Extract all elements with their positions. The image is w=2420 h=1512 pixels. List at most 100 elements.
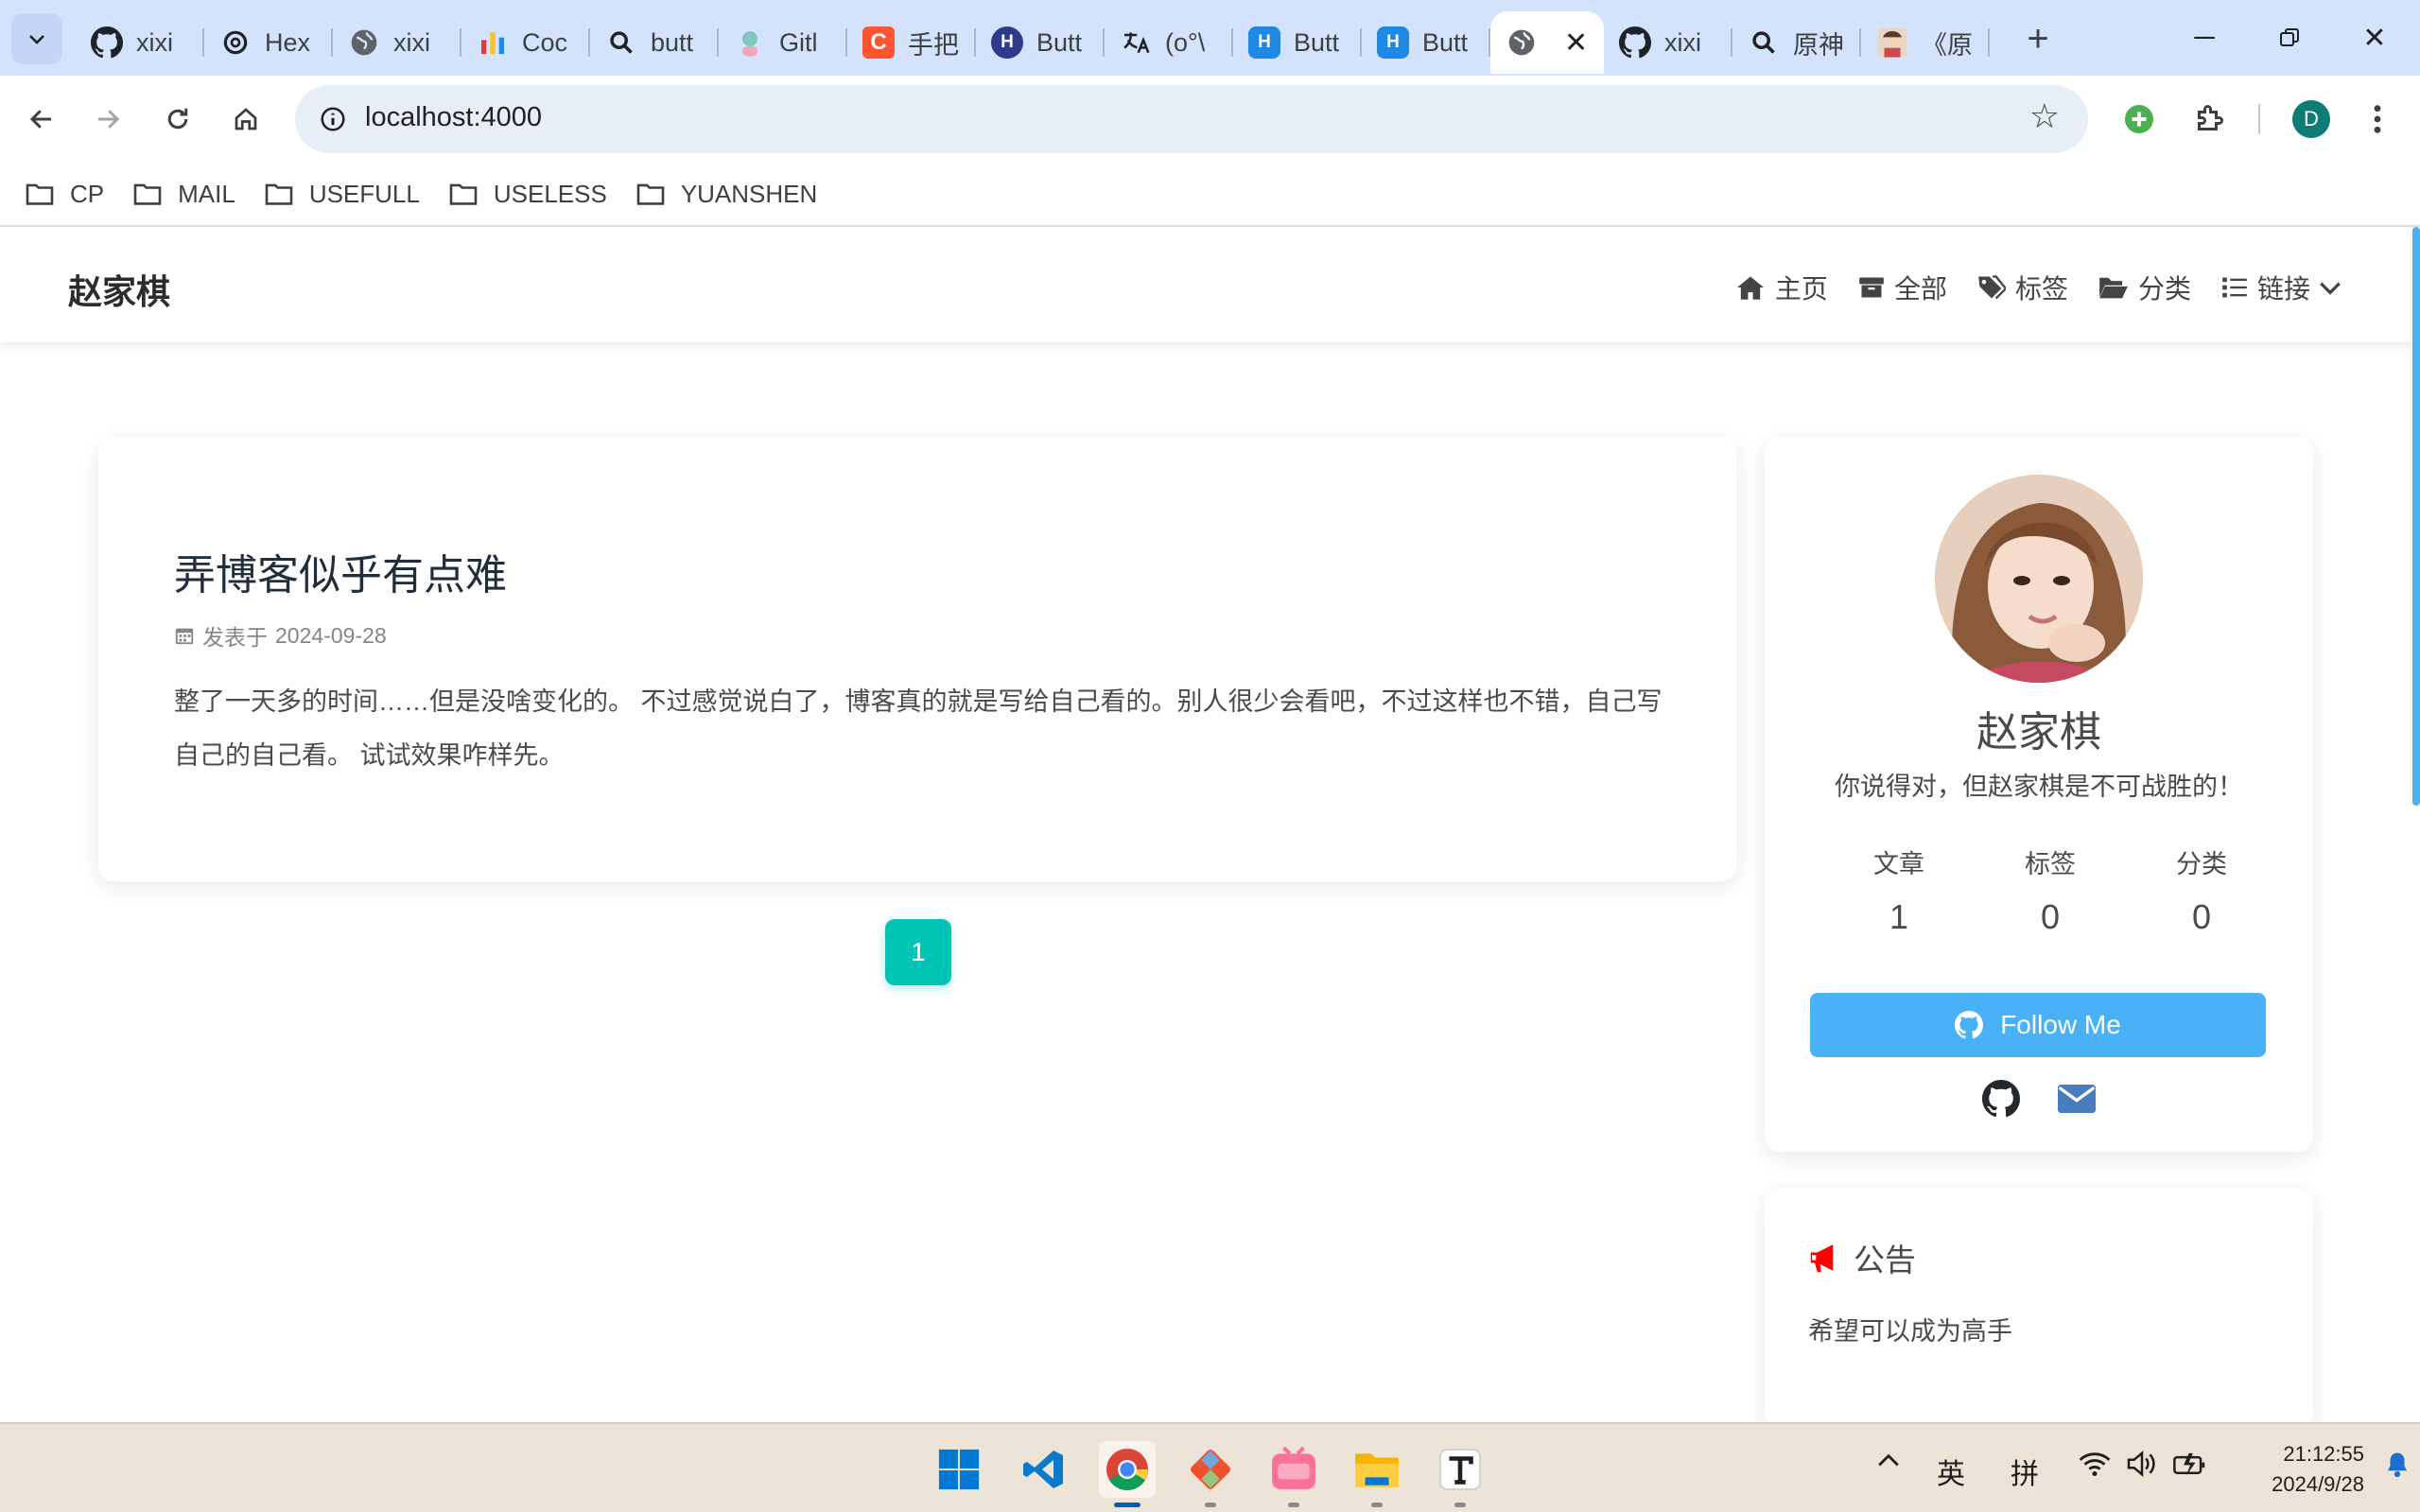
- tab[interactable]: Coc: [461, 11, 590, 74]
- url-text[interactable]: localhost:4000: [365, 102, 542, 133]
- taskbar-start-button[interactable]: [931, 1441, 987, 1498]
- bookmark-folder[interactable]: USELESS: [448, 180, 607, 209]
- github-icon: [91, 26, 123, 59]
- translate-icon: [1120, 26, 1152, 59]
- tab-active[interactable]: ✕: [1490, 11, 1604, 74]
- close-window-button[interactable]: ✕: [2332, 9, 2417, 66]
- tab-title: Hex: [265, 27, 311, 57]
- star-icon[interactable]: ☆: [2029, 96, 2060, 136]
- post-title[interactable]: 弄博客似乎有点难: [174, 541, 507, 601]
- arrow-right-icon: [98, 110, 120, 129]
- bookmark-label: YUANSHEN: [680, 179, 818, 208]
- tab[interactable]: C 手把: [847, 11, 976, 74]
- system-clock[interactable]: 21:12:55 2024/9/28: [2222, 1439, 2364, 1500]
- reload-button[interactable]: [153, 95, 202, 144]
- taskbar-file-explorer[interactable]: [1349, 1441, 1405, 1507]
- taskbar-typora[interactable]: [1432, 1441, 1489, 1507]
- list-icon: [2222, 277, 2247, 298]
- taskbar-git[interactable]: [1182, 1441, 1239, 1507]
- tab[interactable]: butt: [590, 11, 719, 74]
- address-bar[interactable]: localhost:4000 ☆: [295, 85, 2088, 153]
- pagination-current-page[interactable]: 1: [885, 919, 951, 985]
- tab-search-button[interactable]: [11, 13, 62, 64]
- tab[interactable]: H Butt: [1362, 11, 1490, 74]
- bookmark-folder[interactable]: USEFULL: [264, 180, 420, 209]
- tab[interactable]: Gitl: [719, 11, 847, 74]
- puzzle-icon[interactable]: [2186, 96, 2232, 142]
- active-app-indicator: [1114, 1503, 1140, 1507]
- notification-bell-icon[interactable]: [2383, 1451, 2411, 1479]
- tab-title: 原神: [1793, 30, 1844, 60]
- bookmark-label: USEFULL: [308, 179, 420, 208]
- ime-language[interactable]: 英: [1937, 1451, 1965, 1492]
- info-icon[interactable]: [310, 96, 356, 142]
- close-icon[interactable]: ✕: [1564, 26, 1588, 60]
- tab[interactable]: 《原: [1861, 11, 1990, 74]
- site-menu: 主页 全部 标签 分类 链接: [1705, 269, 2342, 306]
- menu-item-archive[interactable]: 全部: [1858, 269, 1947, 306]
- more-menu-icon[interactable]: [2355, 96, 2400, 142]
- calendar-icon: [175, 628, 194, 645]
- home-button[interactable]: [221, 95, 270, 144]
- minimize-button[interactable]: ─: [2162, 9, 2247, 66]
- tab-title: butt: [651, 27, 694, 57]
- tab[interactable]: Hex: [204, 11, 333, 74]
- new-tab-button[interactable]: +: [2012, 13, 2063, 64]
- tab[interactable]: xixi: [1604, 11, 1732, 74]
- stat-label: 标签: [2025, 850, 2076, 878]
- back-button[interactable]: [17, 95, 66, 144]
- stat-posts[interactable]: 文章 1: [1823, 843, 1975, 937]
- envelope-icon[interactable]: [2058, 1080, 2096, 1118]
- tab[interactable]: (o°\: [1105, 11, 1233, 74]
- stat-label: 分类: [2176, 850, 2227, 878]
- tray-overflow-chevron-icon[interactable]: [1876, 1451, 1901, 1469]
- tab[interactable]: 原神: [1732, 11, 1861, 74]
- post-excerpt: 整了一天多的时间……但是没啥变化的。 不过感觉说白了，博客真的就是写给自己看的。…: [174, 687, 1663, 770]
- github-icon[interactable]: [1982, 1080, 2020, 1118]
- bilibili-icon: [1272, 1446, 1315, 1489]
- wifi-icon[interactable]: [2079, 1451, 2111, 1477]
- stat-tags[interactable]: 标签 0: [1975, 843, 2126, 937]
- search-icon: [1748, 26, 1780, 59]
- menu-item-links[interactable]: 链接: [2221, 269, 2342, 306]
- bookmark-folder[interactable]: YUANSHEN: [635, 180, 817, 209]
- bookmark-folder[interactable]: MAIL: [132, 180, 235, 209]
- menu-item-label: 标签: [2014, 274, 2068, 304]
- extension-plus-icon[interactable]: [2116, 96, 2162, 142]
- post-date: 2024-09-28: [275, 622, 387, 648]
- menu-item-categories[interactable]: 分类: [2098, 269, 2191, 306]
- taskbar-bilibili[interactable]: [1265, 1441, 1322, 1507]
- tab[interactable]: xixi: [333, 11, 461, 74]
- restore-button[interactable]: [2247, 9, 2332, 66]
- announcement-text: 希望可以成为高手: [1808, 1317, 2012, 1346]
- chevron-down-icon: [29, 35, 44, 44]
- menu-item-tags[interactable]: 标签: [1977, 269, 2068, 306]
- running-app-indicator: [1288, 1503, 1299, 1507]
- clock-date: 2024/9/28: [2272, 1472, 2364, 1496]
- volume-icon[interactable]: [2126, 1451, 2158, 1477]
- stat-categories[interactable]: 分类 0: [2126, 843, 2277, 937]
- github-icon: [1955, 1011, 1984, 1039]
- tab-title: 《原: [1922, 30, 1973, 60]
- tab[interactable]: H Butt: [1233, 11, 1362, 74]
- follow-me-button[interactable]: Follow Me: [1810, 993, 2266, 1057]
- battery-charging-icon[interactable]: [2173, 1451, 2207, 1477]
- github-icon: [1619, 26, 1651, 59]
- post-meta: 发表于 2024-09-28: [174, 619, 387, 652]
- restore-icon: [2280, 28, 2299, 46]
- tab[interactable]: H Butt: [976, 11, 1105, 74]
- forward-button[interactable]: [83, 95, 132, 144]
- stat-value: 1: [1889, 897, 1909, 936]
- bookmark-folder[interactable]: CP: [25, 180, 104, 209]
- site-brand[interactable]: 赵家棋: [68, 265, 170, 314]
- tab[interactable]: xixi: [76, 11, 204, 74]
- taskbar-chrome[interactable]: [1099, 1441, 1156, 1507]
- openai-icon: [219, 26, 252, 59]
- vscode-icon: [1023, 1451, 1063, 1488]
- menu-item-home[interactable]: 主页: [1735, 269, 1828, 306]
- taskbar-vscode[interactable]: [1016, 1441, 1072, 1498]
- page-scrollbar[interactable]: [2412, 227, 2420, 806]
- ime-mode[interactable]: 拼: [2011, 1451, 2039, 1492]
- post-card: 弄博客似乎有点难 发表于 2024-09-28 整了一天多的时间……但是没啥变化…: [98, 437, 1736, 881]
- profile-avatar[interactable]: D: [2292, 100, 2330, 138]
